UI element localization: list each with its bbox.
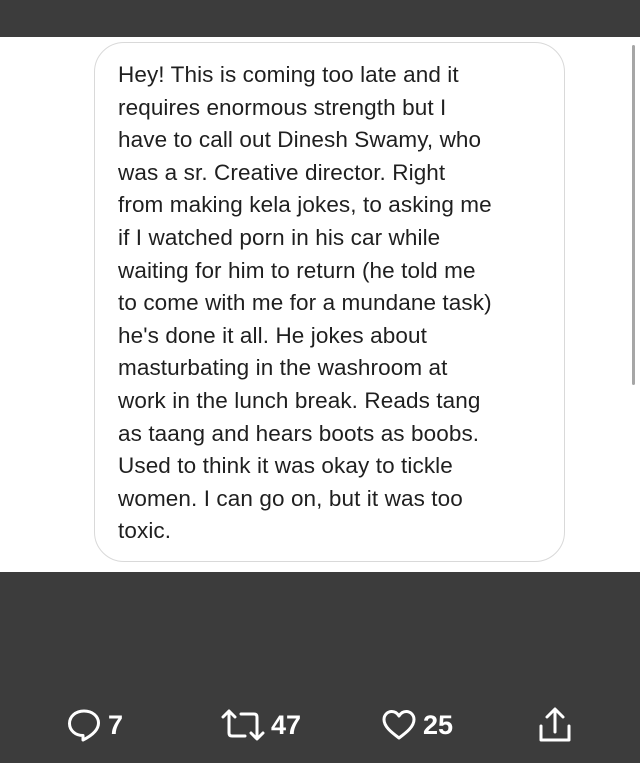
message-text: Hey! This is coming too late and it requ… (118, 62, 492, 544)
share-upload-icon (537, 706, 573, 744)
reply-button[interactable]: 7 (66, 705, 123, 745)
retweet-count: 47 (271, 709, 302, 740)
share-button[interactable] (537, 705, 573, 745)
speech-bubble-icon (66, 707, 102, 743)
scrollbar[interactable] (632, 45, 635, 385)
like-button[interactable]: 25 (381, 705, 453, 745)
reply-count: 7 (108, 709, 124, 740)
like-count: 25 (423, 709, 454, 740)
top-bar (0, 0, 640, 37)
retweet-icon (221, 707, 265, 743)
tweet-action-bar: 7 47 25 (0, 572, 640, 763)
heart-icon (381, 707, 417, 743)
retweet-button[interactable]: 47 (221, 705, 301, 745)
message-bubble: Hey! This is coming too late and it requ… (94, 42, 565, 562)
